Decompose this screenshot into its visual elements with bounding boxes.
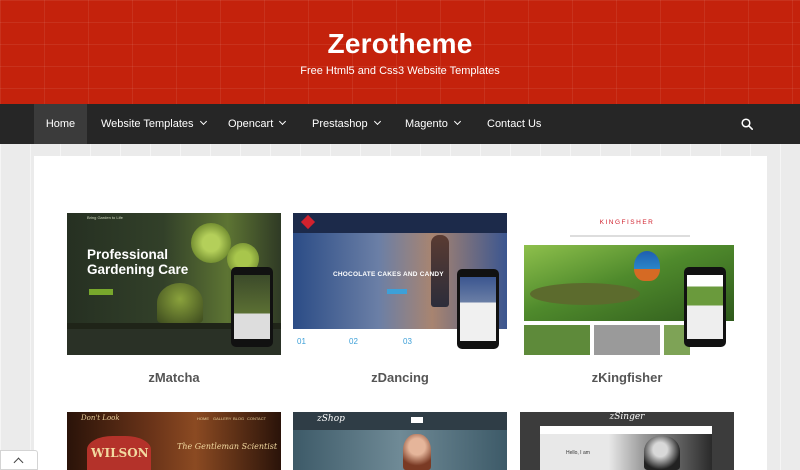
template-title-zdancing[interactable]: zDancing [293,370,507,385]
phone-screen [460,277,496,341]
branch-image [530,283,640,305]
nav-tab-active [411,417,423,423]
whisk-image [157,283,203,323]
site-header: Zerotheme Free Html5 and Css3 Website Te… [0,0,800,104]
chevron-down-icon [279,117,287,126]
menu-home: HOME [197,416,209,421]
template-thumbnail-dont-look[interactable]: Don't Look HOME GALLERY BLOG CONTACT WIL… [67,412,281,470]
singer-portrait-image [644,436,680,470]
menu-gallery: GALLERY [213,416,232,421]
template-title-zkingfisher[interactable]: zKingfisher [520,370,734,385]
hero-image [293,430,507,470]
nav-item-label: Prestashop [312,118,368,130]
gallery-thumb [524,325,590,355]
nav-item-magento[interactable]: Magento [405,104,461,144]
template-thumbnail-zmatcha[interactable]: Bring Garden to Life Professional Garden… [67,213,281,355]
templates-panel: Bring Garden to Life Professional Garden… [34,156,767,470]
nav-item-home[interactable]: Home [34,104,87,144]
stat-03: 03 [403,337,412,346]
menu-blog: BLOG [233,416,245,421]
back-to-top-button[interactable] [0,450,38,470]
stat-01: 01 [297,337,306,346]
menu-contact: CONTACT [247,416,267,421]
kingfisher-bird-image [634,251,660,281]
gallery-thumb [594,325,660,355]
sign-text: WILSON [91,446,149,460]
nav-item-prestashop[interactable]: Prestashop [312,104,381,144]
nav-strip [540,426,712,434]
phone-mockup [684,267,726,347]
phone-screen [234,275,270,339]
chevron-down-icon [373,117,381,126]
phone-mockup [231,267,273,347]
nav-item-label: Magento [405,118,448,130]
site-title[interactable]: Zerotheme [0,28,800,60]
nav-item-label: Contact Us [487,118,542,130]
brand-name: zShop [317,414,345,424]
nav-item-website-templates[interactable]: Website Templates [101,104,207,144]
template-thumbnail-zdancing[interactable]: CHOCOLATE CAKES AND CANDY 01 02 03 [293,213,507,355]
template-thumbnail-zshop[interactable]: zShop [293,412,507,470]
stat-02: 02 [349,337,358,346]
nav-item-label: Opencart [228,118,274,130]
nav-item-label: Website Templates [101,118,194,130]
chevron-down-icon [199,117,207,126]
brand-name: KINGFISHER [599,219,655,226]
main-nav: Home Website Templates Opencart Prestash… [0,104,800,144]
template-thumbnail-zsinger[interactable]: zSinger Hello, I am [520,412,734,470]
phone-mockup [457,269,499,349]
hero-heading: Professional Gardening Care [87,247,189,277]
hero-button [89,289,113,295]
template-thumbnail-zkingfisher[interactable]: KINGFISHER [520,213,734,355]
search-icon[interactable] [741,118,753,130]
site-header-bar [293,213,507,233]
chevron-down-icon [453,117,461,126]
nav-strip [570,235,690,237]
nav-item-contact-us[interactable]: Contact Us [487,104,541,144]
brand-name: Don't Look [81,414,120,422]
nav-item-label: Home [45,118,76,130]
hero-caption: Hello, I am [566,450,590,456]
template-title-zmatcha[interactable]: zMatcha [67,370,281,385]
hero-button [387,289,407,294]
site-tagline: Free Html5 and Css3 Website Templates [300,65,500,77]
hero-kicker: Bring Garden to Life [87,215,123,220]
hero-caption: The Gentleman Scientist [177,442,278,451]
nav-item-opencart[interactable]: Opencart [228,104,287,144]
model-portrait-image [403,434,431,470]
brand-name: zSinger [609,412,645,422]
chevron-up-icon [13,457,24,468]
phone-screen [687,275,723,339]
